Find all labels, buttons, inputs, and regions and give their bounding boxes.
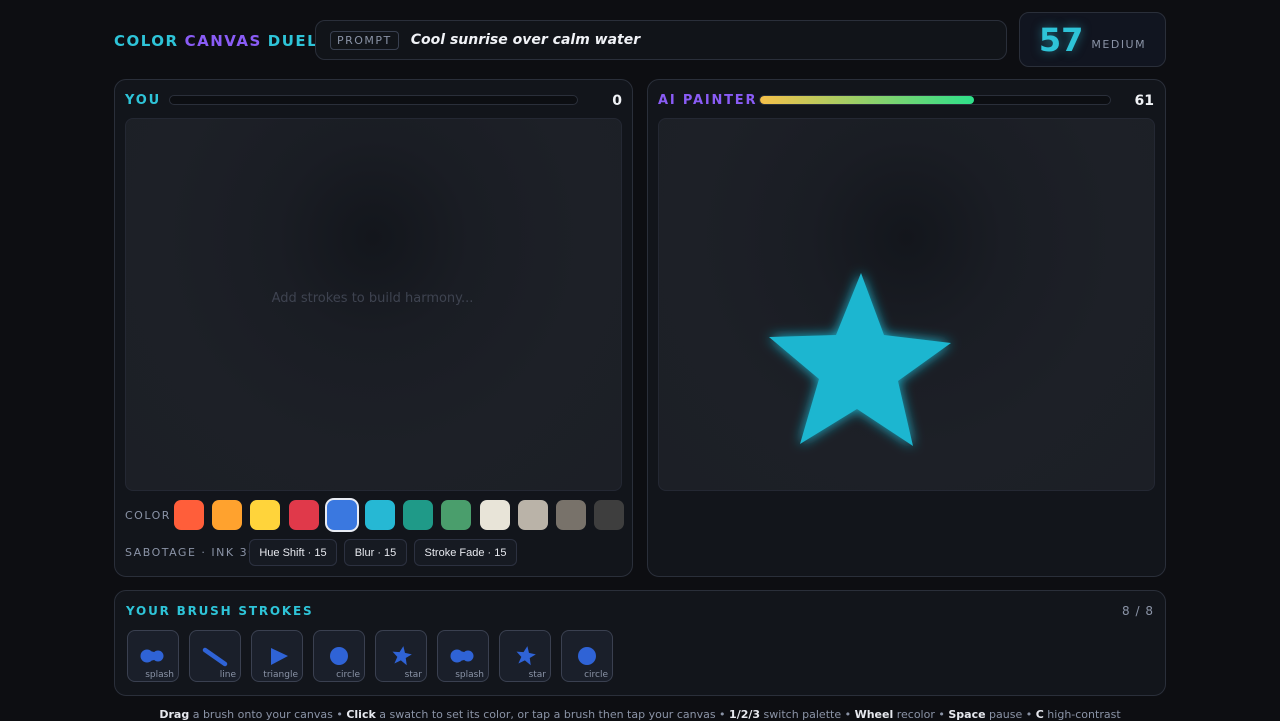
ai-canvas xyxy=(658,118,1155,491)
brush-circle[interactable]: circle xyxy=(561,630,613,682)
brush-label: star xyxy=(404,670,422,680)
help-key-space: Space xyxy=(948,708,986,721)
ai-label: AI PAINTER xyxy=(658,93,758,108)
color-swatch[interactable] xyxy=(174,500,204,530)
target-score-box: 57 MEDIUM xyxy=(1019,12,1166,67)
brush-label: splash xyxy=(145,670,174,680)
color-swatch[interactable] xyxy=(479,500,510,530)
sabotage-label: SABOTAGE · INK 30 xyxy=(125,546,257,559)
help-key-wheel: Wheel xyxy=(854,708,894,721)
brush-label: triangle xyxy=(263,670,298,680)
color-swatch[interactable] xyxy=(403,500,434,530)
help-text-4: recolor • xyxy=(893,708,949,721)
star-icon xyxy=(769,273,951,446)
sabotage-hue-shift-button[interactable]: Hue Shift · 15 xyxy=(249,539,337,566)
help-key-click: Click xyxy=(346,708,376,721)
brush-strokes-title: YOUR BRUSH STROKES xyxy=(126,604,314,618)
help-text-3: switch palette • xyxy=(760,708,855,721)
title-word-color: COLOR xyxy=(114,32,179,50)
brush-label: splash xyxy=(455,670,484,680)
ai-progress-fill xyxy=(760,96,974,104)
color-swatch[interactable] xyxy=(288,500,319,530)
prompt-text: Cool sunrise over calm water xyxy=(410,32,641,48)
prompt-bar: PROMPT Cool sunrise over calm water xyxy=(315,20,1007,60)
brush-splash[interactable]: splash xyxy=(127,630,179,682)
ai-progress-bar xyxy=(759,95,1111,105)
brush-circle[interactable]: circle xyxy=(313,630,365,682)
title-word-duel: DUEL xyxy=(267,32,319,50)
color-swatch[interactable] xyxy=(517,500,548,530)
player-score: 0 xyxy=(612,93,622,109)
color-swatch[interactable] xyxy=(250,500,281,530)
title-word-canvas: CANVAS xyxy=(184,32,262,50)
brush-label: star xyxy=(528,670,546,680)
ai-score: 61 xyxy=(1134,93,1154,109)
brush-label: circle xyxy=(336,670,360,680)
color-swatch[interactable] xyxy=(326,500,357,530)
help-text-2: a swatch to set its color, or tap a brus… xyxy=(375,708,730,721)
prompt-tag: PROMPT xyxy=(330,30,399,50)
color-swatch[interactable] xyxy=(556,500,586,530)
brush-count: 8 / 8 xyxy=(1122,604,1154,618)
player-label: YOU xyxy=(125,93,161,108)
ai-canvas-drawing xyxy=(769,273,951,446)
color-swatch[interactable] xyxy=(365,500,395,530)
help-key-contrast: C xyxy=(1035,708,1044,721)
color-swatch[interactable] xyxy=(594,500,625,530)
color-swatch[interactable] xyxy=(212,500,243,530)
brush-line[interactable]: line xyxy=(189,630,241,682)
help-text-1: a brush onto your canvas • xyxy=(189,708,347,721)
color-swatch[interactable] xyxy=(441,500,472,530)
game-title: COLOR CANVAS DUEL xyxy=(114,30,318,52)
help-text: Drag a brush onto your canvas • Click a … xyxy=(0,708,1280,721)
brush-star[interactable]: star xyxy=(375,630,427,682)
help-text-6: high-contrast xyxy=(1043,708,1121,721)
brush-label: circle xyxy=(584,670,608,680)
player-progress-bar xyxy=(169,95,578,105)
sabotage-blur-button[interactable]: Blur · 15 xyxy=(344,539,407,566)
sabotage-stroke-fade-button[interactable]: Stroke Fade · 15 xyxy=(414,539,517,566)
canvas-placeholder: Add strokes to build harmony... xyxy=(271,291,474,306)
help-key-palette: 1/2/3 xyxy=(729,708,761,721)
difficulty-label: MEDIUM xyxy=(1091,38,1147,51)
brush-star[interactable]: star xyxy=(499,630,551,682)
target-score: 57 xyxy=(1038,20,1084,59)
color-label: COLOR xyxy=(125,509,171,522)
brush-splash[interactable]: splash xyxy=(437,630,489,682)
brush-label: line xyxy=(219,670,236,680)
brush-triangle[interactable]: triangle xyxy=(251,630,303,682)
help-text-5: pause • xyxy=(985,708,1036,721)
help-key-drag: Drag xyxy=(159,708,190,721)
